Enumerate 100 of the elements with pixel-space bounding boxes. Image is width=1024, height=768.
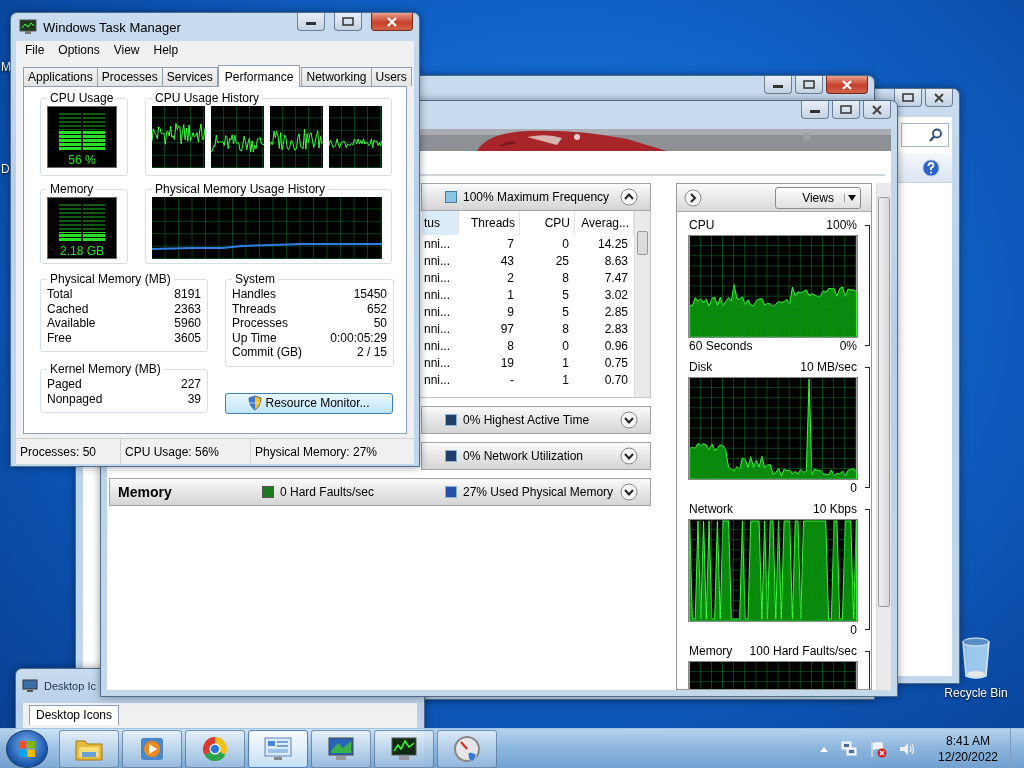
group-label: CPU Usage xyxy=(49,91,115,105)
recycle-bin-icon[interactable] xyxy=(960,636,992,680)
group-label: Kernel Memory (MB) xyxy=(49,362,162,376)
maximize-button[interactable] xyxy=(334,13,362,31)
maximize-icon xyxy=(840,105,852,114)
meter-reading: 56 % xyxy=(68,153,96,167)
tab[interactable]: Services xyxy=(161,67,218,86)
search-field[interactable] xyxy=(901,123,949,147)
close-button[interactable] xyxy=(826,76,868,94)
maximize-button[interactable] xyxy=(832,101,860,119)
section-header[interactable]: Memory 0 Hard Faults/sec 27% Used Physical Memory xyxy=(109,478,651,506)
recycle-bin-label[interactable]: Recycle Bin xyxy=(944,686,1008,700)
stat-label: Commit (GB) xyxy=(232,345,303,360)
clock-time: 8:41 AM xyxy=(946,732,990,749)
menu-item[interactable]: File xyxy=(18,43,52,57)
taskbar-button[interactable] xyxy=(374,729,434,768)
table-cell-text: 0.70 xyxy=(603,372,629,387)
start-icon xyxy=(18,739,36,758)
close-button[interactable] xyxy=(925,89,953,107)
group-label: System xyxy=(234,272,276,286)
clock[interactable]: 8:41 AM 12/20/2022 xyxy=(933,732,1003,765)
tab[interactable]: Users xyxy=(370,67,412,86)
stat-label: Available xyxy=(47,316,97,331)
stat-label: Paged xyxy=(47,377,83,392)
section-header[interactable]: 100% Maximum Frequency xyxy=(421,183,651,211)
chevron-icon[interactable] xyxy=(684,188,702,207)
tab[interactable]: Applications xyxy=(23,67,98,86)
tab[interactable]: Processes xyxy=(96,67,163,86)
chevron-icon[interactable] xyxy=(620,447,638,465)
section-header[interactable]: 0% Network Utilization xyxy=(421,442,651,470)
minimize-button[interactable] xyxy=(764,76,792,94)
desktop-icon-label[interactable]: M xyxy=(1,60,11,74)
stat-value: 652 xyxy=(365,301,387,316)
views-button[interactable]: Views xyxy=(775,186,862,209)
stat-value: 15450 xyxy=(352,287,387,302)
help-icon[interactable] xyxy=(922,158,940,177)
table-cell-text: nni... xyxy=(423,372,451,387)
stat-value: 227 xyxy=(180,377,201,392)
close-button[interactable] xyxy=(371,13,413,31)
stat-value: 0:00:05:29 xyxy=(330,330,387,345)
stat-label: Total xyxy=(47,287,74,302)
menu-item[interactable]: Help xyxy=(146,43,186,57)
menu-item[interactable]: View xyxy=(106,43,147,57)
chevron-icon[interactable] xyxy=(620,411,638,429)
start-button[interactable] xyxy=(6,729,48,768)
stat-value: 2363 xyxy=(174,301,201,316)
group-label: Physical Memory (MB) xyxy=(49,272,172,286)
section-header[interactable]: 0% Highest Active Time xyxy=(421,406,651,434)
flag-icon[interactable] xyxy=(869,739,887,758)
menu-item[interactable]: Options xyxy=(51,43,107,57)
table-cell-text: - xyxy=(509,372,515,387)
maximize-button[interactable] xyxy=(795,76,823,94)
graph-label: Disk xyxy=(689,360,713,374)
status-text: Processes: 50 xyxy=(16,439,121,464)
resource-monitor-button[interactable]: Resource Monitor... xyxy=(225,392,393,414)
network-icon[interactable] xyxy=(840,739,858,758)
graph-scale-label: 0% xyxy=(839,339,857,353)
graph-scale-label: 100 Hard Faults/sec xyxy=(749,644,857,658)
table-cell-text: 2 xyxy=(506,270,515,285)
stat-value: 39 xyxy=(186,391,201,406)
desktop-icon-label[interactable]: D xyxy=(1,162,10,176)
tab[interactable]: Desktop Icons xyxy=(29,705,120,725)
table-cell-text: 8 xyxy=(506,338,515,353)
chevron-icon[interactable] xyxy=(620,188,638,206)
stat-label: Threads xyxy=(232,301,278,316)
section-stat: 27% Used Physical Memory xyxy=(463,485,614,499)
table-cell-text: 8 xyxy=(561,270,570,285)
chevron-icon[interactable] xyxy=(620,483,638,501)
table-cell-text: 0.75 xyxy=(603,355,629,370)
table-cell-text: 14.25 xyxy=(596,236,629,251)
maximize-button[interactable] xyxy=(894,89,922,107)
close-button[interactable] xyxy=(863,101,891,119)
control-panel-icon xyxy=(263,734,293,763)
graph-label: Memory xyxy=(689,644,733,658)
stat-label: Up Time xyxy=(232,330,278,345)
table-cell-text: nni... xyxy=(423,270,451,285)
tab[interactable]: Networking xyxy=(301,67,372,86)
minimize-button[interactable] xyxy=(801,101,829,119)
graph-time-label: 60 Seconds xyxy=(689,339,753,353)
section-title: Memory xyxy=(118,484,172,500)
table-cell-text: 5 xyxy=(561,287,570,302)
group-label: CPU Usage History xyxy=(154,91,261,105)
taskbar-button[interactable] xyxy=(311,729,371,768)
stat-label: Free xyxy=(47,330,73,345)
table-cell-text: 1 xyxy=(506,287,515,302)
table-cell-text: 8.63 xyxy=(603,253,629,268)
column-header[interactable]: tus xyxy=(422,211,459,235)
table-cell-text: 43 xyxy=(499,253,515,268)
tab[interactable]: Performance xyxy=(217,65,301,87)
scrollbar[interactable] xyxy=(634,211,650,397)
table-cell-text: 1 xyxy=(561,372,570,387)
table-cell-text: 2.83 xyxy=(603,321,629,336)
stat-value: 50 xyxy=(372,316,387,331)
scrollbar[interactable] xyxy=(876,183,891,690)
legend-icon xyxy=(445,414,457,426)
maximize-icon xyxy=(902,93,914,102)
minimize-button[interactable] xyxy=(297,13,325,31)
stat-label: Cached xyxy=(47,301,90,316)
table-cell-text: nni... xyxy=(423,304,451,319)
table-cell-text: 1 xyxy=(561,355,570,370)
